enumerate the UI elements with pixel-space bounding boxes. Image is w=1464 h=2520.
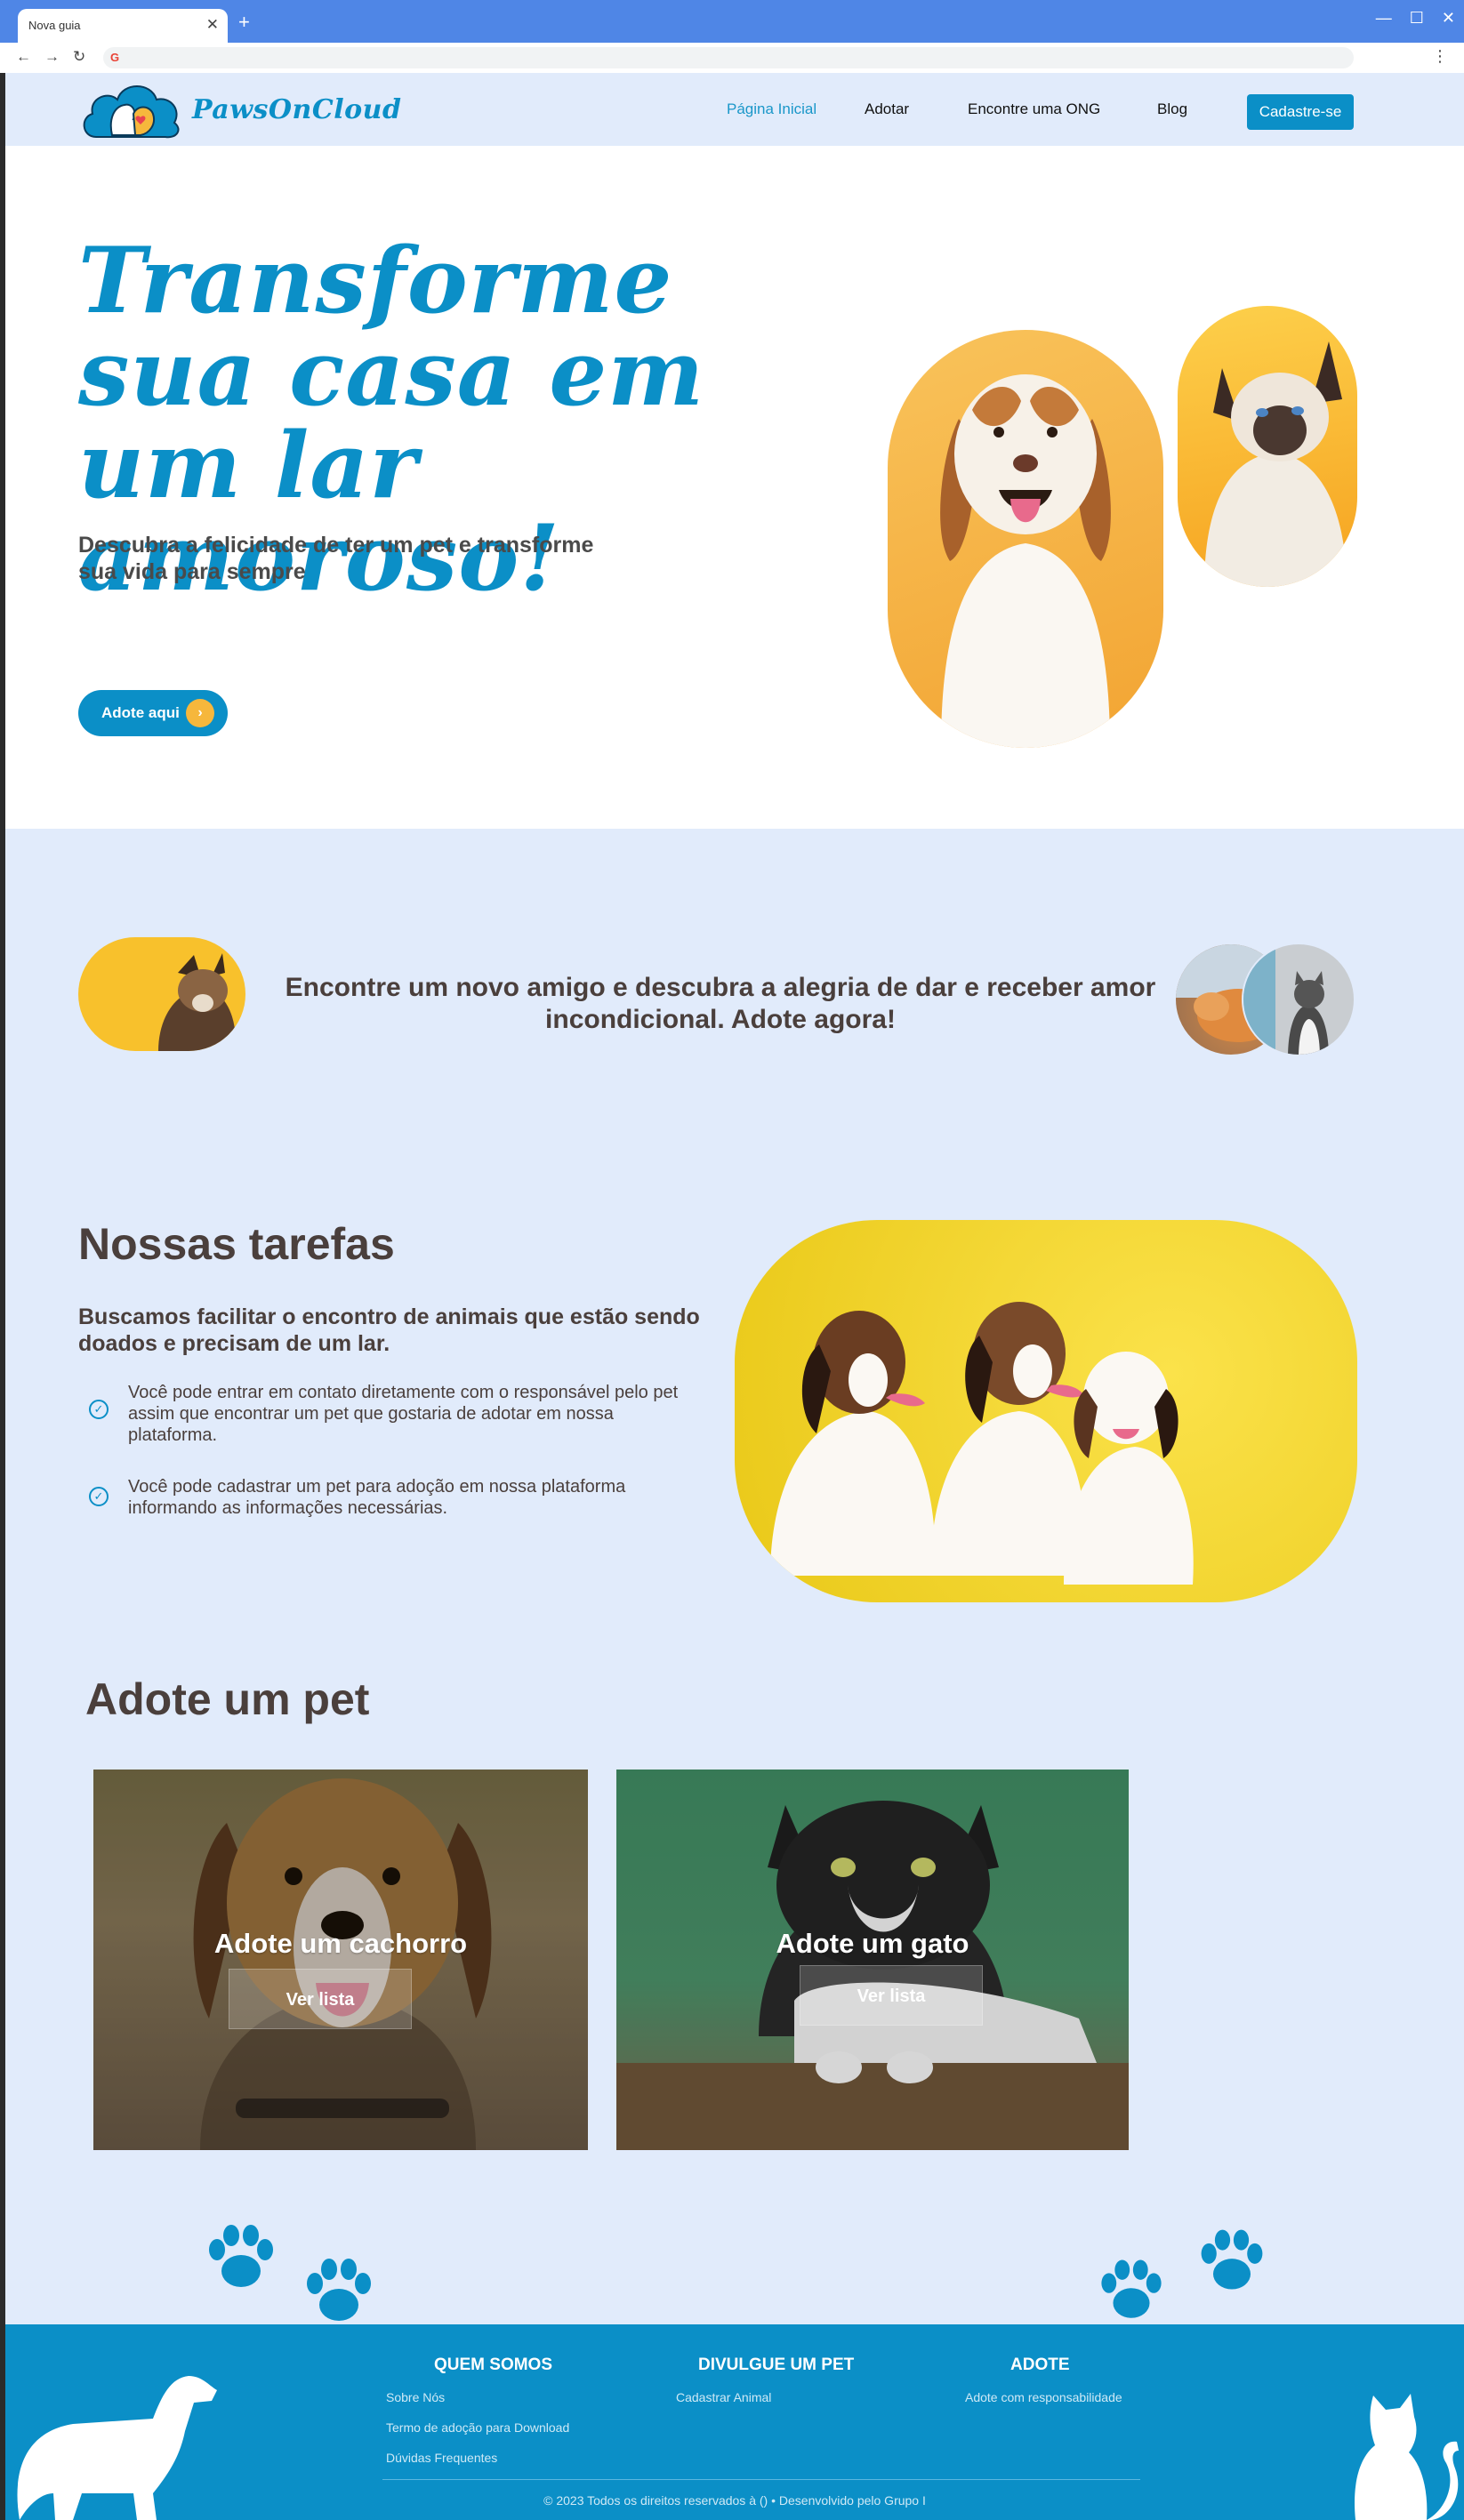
band-cat-image-2 (1242, 943, 1355, 1056)
footer-divider (382, 2479, 1140, 2480)
hero-dog-image (888, 330, 1163, 748)
footer-link-register-animal[interactable]: Cadastrar Animal (676, 2390, 771, 2404)
maximize-icon[interactable]: ☐ (1410, 9, 1424, 28)
check-circle-icon: ✓ (89, 1487, 109, 1506)
footer-heading-about: QUEM SOMOS (434, 2355, 553, 2374)
dog-illustration (940, 374, 1111, 748)
adopt-here-button[interactable]: Adote aqui › (78, 690, 228, 736)
adopt-here-label: Adote aqui (101, 704, 180, 721)
tab-title: Nova guia (28, 19, 81, 32)
hero-section: Transforme sua casa em um lar amoroso! D… (5, 146, 1464, 829)
footer-link-about-us[interactable]: Sobre Nós (386, 2390, 445, 2404)
logo-text[interactable]: PawsOnCloud (192, 94, 401, 125)
check-circle-icon: ✓ (89, 1400, 109, 1419)
dog-list-button[interactable]: Ver lista (229, 1969, 412, 2029)
puppies-illustration (770, 1302, 1194, 1585)
adopt-cat-title: Adote um gato (776, 1928, 969, 1959)
adopt-dog-card[interactable]: Adote um cachorro Ver lista (93, 1770, 588, 2150)
site-header: PawsOnCloud Página Inicial Adotar Encont… (5, 73, 1464, 146)
band-dog-image (78, 937, 245, 1051)
band-text: Encontre um novo amigo e descubra a aleg… (285, 973, 1156, 1034)
browser-tab[interactable]: Nova guia ✕ (18, 9, 228, 43)
reload-icon[interactable]: ↻ (73, 48, 85, 66)
page-viewport: PawsOnCloud Página Inicial Adotar Encont… (5, 73, 1464, 2520)
tab-close-icon[interactable]: ✕ (206, 16, 219, 34)
adopt-dog-title: Adote um cachorro (213, 1928, 468, 1959)
footer-link-responsible-adoption[interactable]: Adote com responsabilidade (965, 2390, 1122, 2404)
paw-icon (1101, 2259, 1162, 2318)
nav-link-find-ngo[interactable]: Encontre uma ONG (968, 100, 1100, 118)
paw-icon (1201, 2229, 1263, 2290)
cat-illustration (1204, 341, 1347, 587)
cat-list-button[interactable]: Ver lista (800, 1965, 983, 2026)
puppy-3 (1064, 1352, 1194, 1585)
signup-button[interactable]: Cadastre-se (1247, 94, 1354, 130)
small-dog-illustration (158, 953, 236, 1051)
sitting-cat-illustration (1243, 944, 1329, 1055)
hero-cat-image (1178, 306, 1357, 587)
footer-heading-adopt: ADOTE (1010, 2355, 1070, 2374)
nav-link-adopt[interactable]: Adotar (865, 100, 909, 118)
adopt-cat-card[interactable]: Adote um gato Ver lista (616, 1770, 1129, 2150)
tasks-title: Nossas tarefas (78, 1219, 395, 1269)
puppy-1 (770, 1311, 936, 1576)
browser-titlebar: Nova guia ✕ + — ☐ ✕ (0, 0, 1464, 43)
window-controls: — ☐ ✕ (1376, 9, 1455, 28)
footer-heading-publicize: DIVULGUE UM PET (698, 2355, 855, 2374)
dog-photo-illustration (93, 1770, 588, 2150)
task-item: ✓ Você pode entrar em contato diretament… (82, 1382, 704, 1449)
new-tab-icon[interactable]: + (238, 11, 250, 34)
logo-cloud-icon[interactable] (78, 78, 183, 140)
task-text: Você pode entrar em contato diretamente … (128, 1383, 679, 1445)
arrow-right-icon: › (186, 699, 214, 727)
paw-icon (307, 2259, 371, 2321)
browser-chrome: Nova guia ✕ + — ☐ ✕ ← → ↻ G ⋮ (0, 0, 1464, 73)
back-icon[interactable]: ← (16, 48, 31, 66)
cat-photo-illustration (616, 1770, 1129, 2150)
menu-icon[interactable]: ⋮ (1432, 47, 1448, 66)
nav-link-blog[interactable]: Blog (1157, 100, 1187, 118)
site-footer: QUEM SOMOS Sobre Nós Termo de adoção par… (5, 2324, 1464, 2520)
google-icon: G (110, 51, 120, 64)
browser-toolbar: ← → ↻ G ⋮ (0, 43, 1464, 73)
nav-link-home[interactable]: Página Inicial (727, 100, 816, 118)
footer-copyright: © 2023 Todos os direitos reservados à ()… (543, 2493, 926, 2508)
forward-icon[interactable]: → (44, 48, 60, 66)
close-window-icon[interactable]: ✕ (1442, 9, 1455, 28)
puppy-2 (930, 1302, 1087, 1576)
hero-subtitle: Descubra a felicidade de ter um pet e tr… (78, 533, 594, 584)
minimize-icon[interactable]: — (1376, 9, 1392, 28)
footer-link-faq[interactable]: Dúvidas Frequentes (386, 2451, 497, 2465)
adopt-title: Adote um pet (85, 1674, 370, 1724)
task-item: ✓ Você pode cadastrar um pet para adoção… (82, 1476, 704, 1522)
task-text: Você pode cadastrar um pet para adoção e… (128, 1477, 626, 1518)
paw-icon (209, 2225, 273, 2287)
tasks-lead: Buscamos facilitar o encontro de animais… (78, 1304, 700, 1356)
address-bar[interactable]: G (103, 47, 1354, 68)
puppies-image (735, 1220, 1357, 1602)
footer-link-adoption-term[interactable]: Termo de adoção para Download (386, 2420, 569, 2435)
